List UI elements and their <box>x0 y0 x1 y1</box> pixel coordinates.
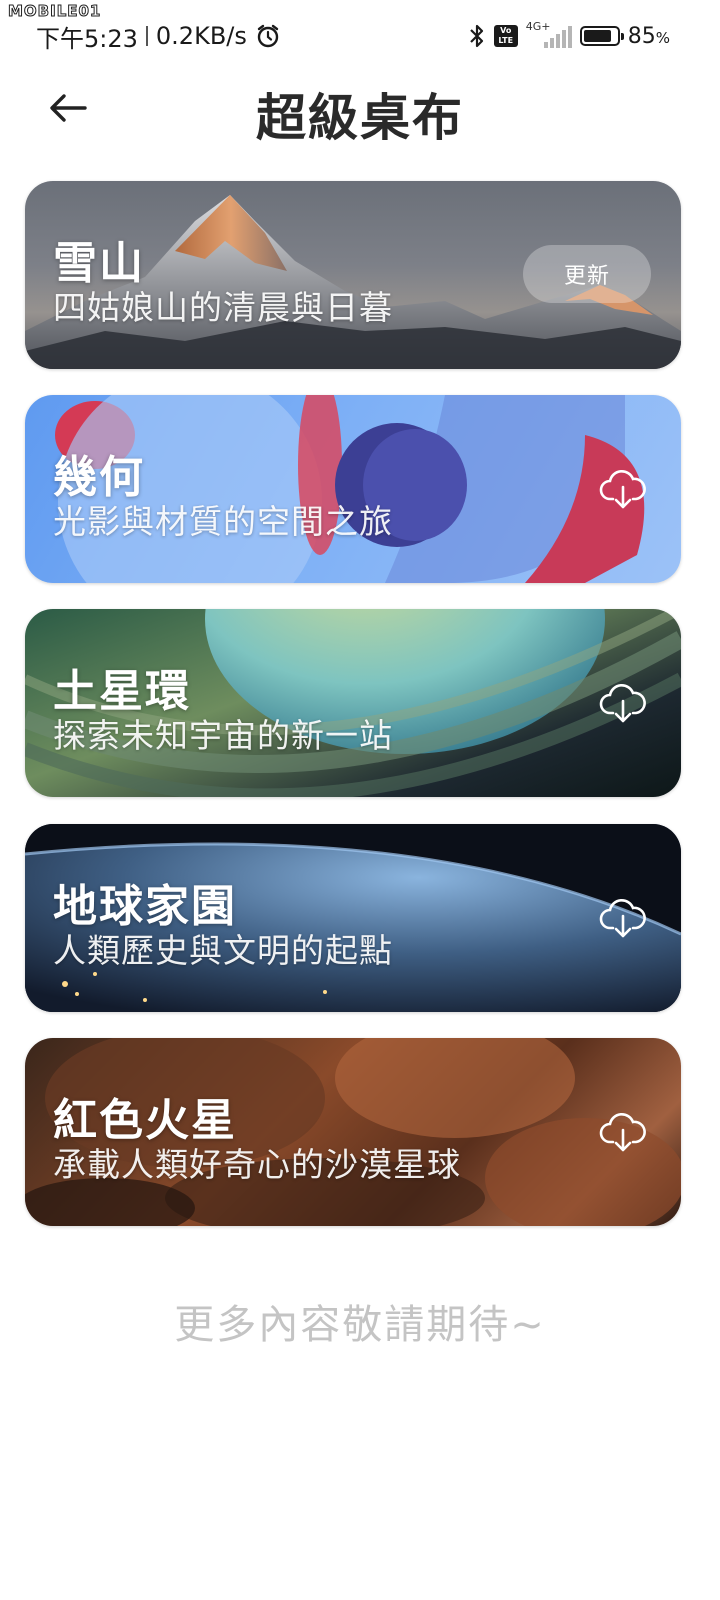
wallpaper-card-red-mars[interactable]: 紅色火星 承載人類好奇心的沙漠星球 <box>25 1038 681 1226</box>
status-right-group: Vo LTE 4G+ 85% <box>468 18 670 54</box>
wallpaper-subtitle: 四姑娘山的清晨與日暮 <box>53 288 393 327</box>
wallpaper-subtitle: 承載人類好奇心的沙漠星球 <box>53 1145 461 1184</box>
volte-icon: Vo LTE <box>493 25 518 47</box>
wallpaper-subtitle: 人類歷史與文明的起點 <box>53 931 393 970</box>
wallpaper-card-saturn-ring[interactable]: 土星環 探索未知宇宙的新一站 <box>25 609 681 797</box>
super-wallpaper-screen: MOBILE01 下午5:23 0.2KB/s Vo LTE 4G+ 85% 超… <box>0 0 720 1600</box>
status-divider <box>145 26 148 46</box>
volte-line-2: LTE <box>498 36 514 45</box>
alarm-icon <box>255 23 281 49</box>
wallpaper-subtitle: 探索未知宇宙的新一站 <box>53 716 393 755</box>
status-bar: MOBILE01 下午5:23 0.2KB/s Vo LTE 4G+ 85% <box>0 0 720 72</box>
wallpaper-subtitle: 光影與材質的空間之旅 <box>53 502 393 541</box>
cloud-download-icon[interactable] <box>599 681 647 725</box>
signal-bars <box>543 26 572 48</box>
more-coming-soon-text: 更多內容敬請期待~ <box>174 1302 546 1348</box>
page-title: 超級桌布 <box>256 89 464 147</box>
battery-percent: 85% <box>627 23 670 49</box>
wallpaper-card-snow-mountain[interactable]: 雪山 四姑娘山的清晨與日暮 更新 <box>25 181 681 369</box>
cloud-download-icon[interactable] <box>599 1110 647 1154</box>
battery-fill <box>583 30 611 42</box>
status-net-speed: 0.2KB/s <box>155 22 247 50</box>
wallpaper-card-geometry[interactable]: 幾何 光影與材質的空間之旅 <box>25 395 681 583</box>
signal-icon: 4G+ <box>526 20 572 50</box>
status-left-group: 下午5:23 0.2KB/s <box>36 18 281 54</box>
page-header: 超級桌布 <box>0 72 720 147</box>
cloud-download-icon[interactable] <box>599 467 647 511</box>
wallpaper-card-earth-home[interactable]: 地球家園 人類歷史與文明的起點 <box>25 824 681 1012</box>
update-button[interactable]: 更新 <box>523 245 651 303</box>
cloud-download-icon[interactable] <box>599 896 647 940</box>
battery-icon <box>579 26 624 46</box>
status-time: 下午5:23 <box>36 24 138 53</box>
volte-line-1: Vo <box>500 26 512 35</box>
bluetooth-icon <box>468 23 486 49</box>
